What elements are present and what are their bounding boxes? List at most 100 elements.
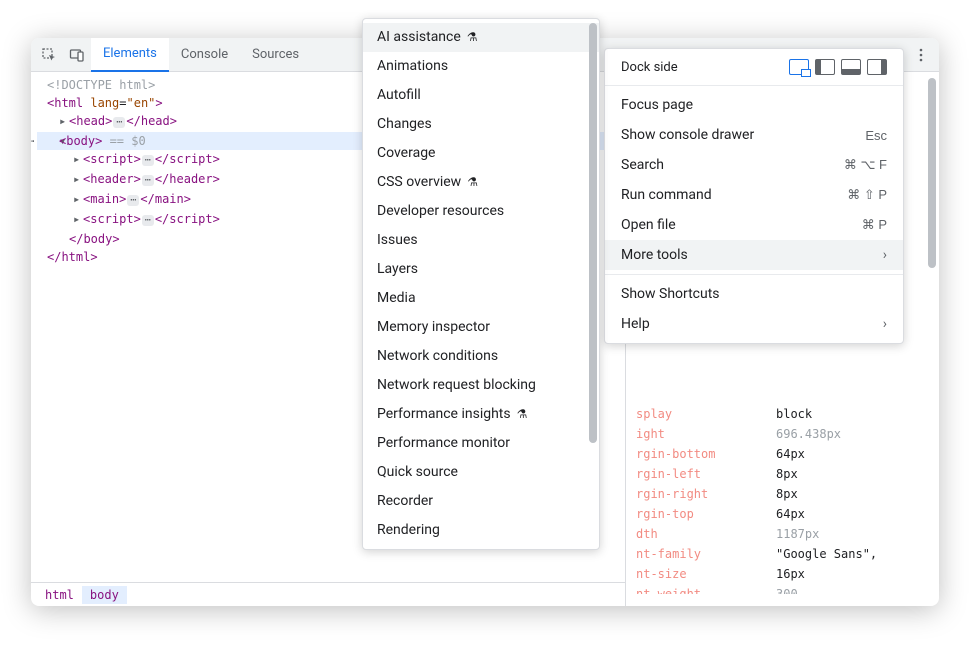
submenu-item-quick-source[interactable]: Quick source — [363, 458, 599, 487]
dock-bottom-icon[interactable] — [841, 59, 861, 75]
menu-shortcut: ⌘ P — [862, 217, 887, 233]
submenu-item-memory-inspector[interactable]: Memory inspector — [363, 313, 599, 342]
devtools-main-menu: Dock side Focus page Show console drawerE… — [604, 48, 904, 344]
submenu-item-animations[interactable]: Animations — [363, 52, 599, 81]
submenu-item-network-conditions[interactable]: Network conditions — [363, 342, 599, 371]
submenu-item-autofill[interactable]: Autofill — [363, 81, 599, 110]
submenu-item-label: Media — [377, 290, 416, 307]
style-row[interactable]: rgin-right8px — [636, 484, 929, 504]
style-prop: nt-weight — [636, 584, 776, 594]
style-val: block — [776, 404, 812, 424]
menu-item-run-command[interactable]: Run command⌘ ⇧ P — [605, 180, 903, 210]
submenu-item-ai-assistance[interactable]: AI assistance ⚗ — [363, 23, 599, 52]
style-row[interactable]: nt-family"Google Sans", — [636, 544, 929, 564]
submenu-item-label: Developer resources — [377, 203, 504, 220]
submenu-item-performance-insights[interactable]: Performance insights ⚗ — [363, 400, 599, 429]
menu-item-focus-page[interactable]: Focus page — [605, 90, 903, 120]
dock-undock-icon[interactable] — [789, 59, 809, 75]
style-prop: splay — [636, 404, 776, 424]
style-row[interactable]: nt-weight300 — [636, 584, 929, 594]
submenu-item-label: Autofill — [377, 87, 421, 104]
style-row[interactable]: splayblock — [636, 404, 929, 424]
submenu-item-performance-monitor[interactable]: Performance monitor — [363, 429, 599, 458]
style-prop: rgin-left — [636, 464, 776, 484]
menu-item-search[interactable]: Search ⌘ ⌥ F — [605, 150, 903, 180]
tab-sources[interactable]: Sources — [240, 38, 311, 72]
crumb-body[interactable]: body — [82, 586, 127, 604]
submenu-item-label: Rendering — [377, 522, 440, 539]
style-val: 8px — [776, 484, 798, 504]
style-row[interactable]: rgin-top64px — [636, 504, 929, 524]
submenu-item-label: Network request blocking — [377, 377, 536, 394]
style-row[interactable]: rgin-left8px — [636, 464, 929, 484]
dock-side-label: Dock side — [621, 60, 678, 75]
submenu-item-coverage[interactable]: Coverage — [363, 139, 599, 168]
dock-icons — [789, 59, 887, 75]
style-row[interactable]: nt-size16px — [636, 564, 929, 584]
chevron-right-icon: › — [883, 316, 887, 332]
style-prop: rgin-bottom — [636, 444, 776, 464]
submenu-item-developer-resources[interactable]: Developer resources — [363, 197, 599, 226]
style-row[interactable]: dth1187px — [636, 524, 929, 544]
menu-item-open-file[interactable]: Open file ⌘ P — [605, 210, 903, 240]
submenu-item-network-request-blocking[interactable]: Network request blocking — [363, 371, 599, 400]
style-val: 300 — [776, 584, 798, 594]
submenu-item-issues[interactable]: Issues — [363, 226, 599, 255]
breadcrumbs: html body — [31, 582, 625, 606]
submenu-item-css-overview[interactable]: CSS overview ⚗ — [363, 168, 599, 197]
menu-item-more-tools[interactable]: More tools› — [605, 240, 903, 270]
menu-item-label: Help — [621, 316, 650, 332]
submenu-item-label: Performance insights — [377, 406, 511, 423]
submenu-item-label: AI assistance — [377, 29, 461, 46]
experimental-icon: ⚗ — [517, 406, 528, 423]
dock-right-icon[interactable] — [867, 59, 887, 75]
menu-item-show-console-drawer[interactable]: Show console drawerEsc — [605, 120, 903, 150]
menu-item-label: Run command — [621, 187, 712, 203]
inspect-icon[interactable] — [35, 41, 63, 69]
submenu-item-recorder[interactable]: Recorder — [363, 487, 599, 516]
kebab-menu-icon[interactable] — [907, 41, 935, 69]
style-prop: ight — [636, 424, 776, 444]
style-val: 16px — [776, 564, 805, 584]
styles-scrollbar[interactable] — [928, 78, 936, 600]
style-prop: rgin-right — [636, 484, 776, 504]
submenu-item-label: CSS overview — [377, 174, 461, 191]
crumb-html[interactable]: html — [37, 586, 82, 604]
style-val: 64px — [776, 504, 805, 524]
dock-side-row: Dock side — [605, 53, 903, 81]
submenu-item-label: Animations — [377, 58, 448, 75]
submenu-item-label: Changes — [377, 116, 432, 133]
menu-item-label: Show Shortcuts — [621, 286, 720, 302]
style-val: 8px — [776, 464, 798, 484]
menu-item-show-shortcuts[interactable]: Show Shortcuts — [605, 279, 903, 309]
submenu-item-label: Coverage — [377, 145, 435, 162]
menu-item-label: Show console drawer — [621, 127, 754, 143]
submenu-item-rendering[interactable]: Rendering — [363, 516, 599, 545]
style-row[interactable]: rgin-bottom64px — [636, 444, 929, 464]
experimental-icon: ⚗ — [467, 29, 478, 46]
menu-item-help[interactable]: Help › — [605, 309, 903, 339]
style-row[interactable]: ight696.438px — [636, 424, 929, 444]
style-prop: rgin-top — [636, 504, 776, 524]
submenu-item-label: Performance monitor — [377, 435, 510, 452]
submenu-item-layers[interactable]: Layers — [363, 255, 599, 284]
menu-shortcut: ⌘ ⌥ F — [844, 157, 887, 173]
more-tools-submenu: AI assistance ⚗ Animations Autofill Changes C… — [362, 18, 600, 550]
submenu-item-media[interactable]: Media — [363, 284, 599, 313]
dock-left-icon[interactable] — [815, 59, 835, 75]
menu-item-label: Search — [621, 157, 664, 173]
menu-item-label: Focus page — [621, 97, 693, 113]
style-val: 696.438px — [776, 424, 841, 444]
submenu-item-label: Issues — [377, 232, 418, 249]
style-val: "Google Sans", — [776, 544, 877, 564]
submenu-item-changes[interactable]: Changes — [363, 110, 599, 139]
device-toolbar-icon[interactable] — [63, 41, 91, 69]
tab-elements[interactable]: Elements — [91, 38, 169, 72]
style-prop: dth — [636, 524, 776, 544]
chevron-right-icon: › — [883, 247, 887, 263]
tab-console[interactable]: Console — [169, 38, 240, 72]
experimental-icon: ⚗ — [467, 174, 478, 191]
menu-item-label: Open file — [621, 217, 676, 233]
style-val: 1187px — [776, 524, 819, 544]
submenu-scrollbar[interactable] — [589, 23, 597, 545]
